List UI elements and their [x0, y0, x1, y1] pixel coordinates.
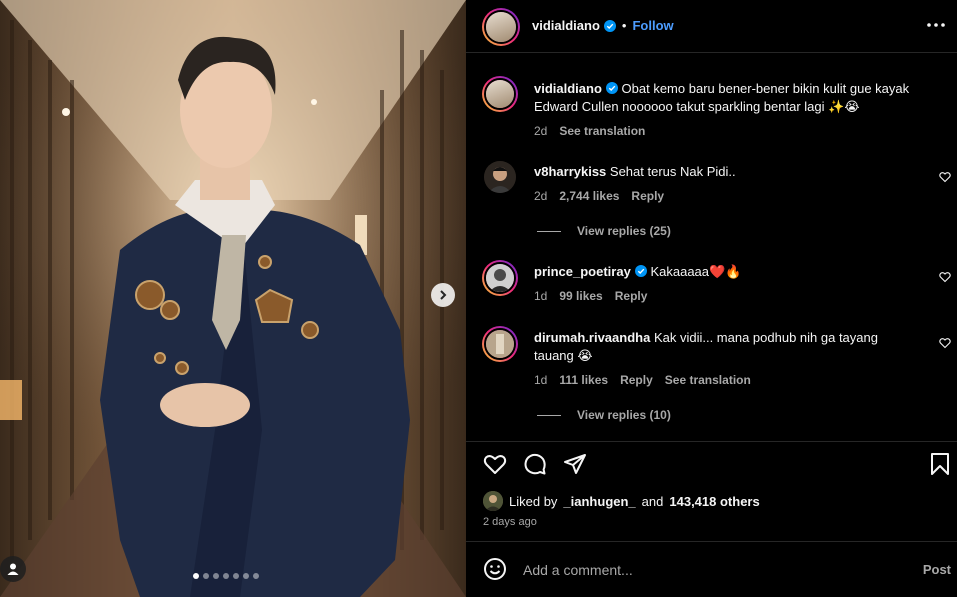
- comment-meta: 1d 111 likes Reply See translation: [534, 373, 751, 387]
- reply-button[interactable]: Reply: [620, 373, 653, 387]
- chevron-right-icon: [440, 290, 447, 300]
- caption-meta: 2d See translation: [534, 124, 645, 138]
- carousel-dot: [223, 573, 229, 579]
- post-media[interactable]: [0, 0, 466, 597]
- comment-likes[interactable]: 99 likes: [559, 289, 602, 303]
- separator-dot: •: [621, 18, 627, 33]
- comment-time[interactable]: 1d: [534, 373, 547, 387]
- replies-line: [537, 230, 561, 232]
- add-comment-bar: Post: [466, 541, 957, 597]
- verified-badge-icon: [603, 19, 616, 32]
- caption-username[interactable]: vidialdiano: [534, 81, 602, 96]
- liked-by-user[interactable]: _ianhugen_: [563, 494, 635, 509]
- verified-badge-icon: [634, 265, 647, 277]
- verified-badge-icon: [605, 82, 618, 94]
- commenter-avatar[interactable]: [484, 161, 516, 193]
- comment-like-icon[interactable]: [939, 337, 951, 349]
- view-replies-label: View replies (25): [577, 224, 671, 238]
- comment-username[interactable]: prince_poetiray: [534, 264, 631, 279]
- post-actions: Liked by _ianhugen_ and 143,418 others 2…: [466, 441, 957, 541]
- comment-likes[interactable]: 2,744 likes: [559, 189, 619, 203]
- caption-time[interactable]: 2d: [534, 124, 547, 138]
- see-translation-link[interactable]: See translation: [665, 373, 751, 387]
- user-tag-icon: [7, 563, 19, 575]
- carousel-indicator: [193, 573, 259, 579]
- carousel-dot: [193, 573, 199, 579]
- comment-time[interactable]: 1d: [534, 289, 547, 303]
- see-translation-link[interactable]: See translation: [559, 124, 645, 138]
- commenter-photo: [486, 330, 514, 358]
- comment-input[interactable]: [523, 559, 893, 581]
- commenter-avatar[interactable]: [482, 260, 518, 296]
- replies-line: [537, 414, 561, 416]
- heart-icon[interactable]: [483, 452, 507, 476]
- author-avatar[interactable]: [482, 8, 520, 46]
- reply-button[interactable]: Reply: [631, 189, 664, 203]
- reply-button[interactable]: Reply: [615, 289, 648, 303]
- comments-section[interactable]: vidialdiano Obat kemo baru bener-bener b…: [466, 54, 957, 441]
- carousel-next-button[interactable]: [431, 283, 455, 307]
- emoji-icon[interactable]: [483, 557, 507, 581]
- carousel-dot: [233, 573, 239, 579]
- comment-like-icon[interactable]: [939, 171, 951, 183]
- follow-button[interactable]: Follow: [632, 18, 673, 33]
- liked-by-others[interactable]: 143,418 others: [669, 494, 759, 509]
- carousel-dot: [213, 573, 219, 579]
- more-horizontal-icon[interactable]: [925, 14, 947, 36]
- comment-like-icon[interactable]: [939, 271, 951, 283]
- liker-photo: [483, 491, 503, 511]
- likes-summary[interactable]: Liked by _ianhugen_ and 143,418 others: [483, 491, 760, 511]
- caption: vidialdiano Obat kemo baru bener-bener b…: [534, 80, 944, 116]
- commenter-photo: [486, 264, 514, 292]
- comment: v8harrykiss Sehat terus Nak Pidi..: [534, 163, 924, 181]
- liked-by-prefix: Liked by: [509, 493, 558, 509]
- comment-text: Sehat terus Nak Pidi..: [609, 164, 736, 179]
- post-header: vidialdiano • Follow: [466, 0, 957, 53]
- post-date[interactable]: 2 days ago: [483, 516, 537, 528]
- post-comment-button[interactable]: Post: [923, 562, 951, 577]
- comment-icon[interactable]: [523, 452, 547, 476]
- tagged-users-button[interactable]: [0, 556, 26, 582]
- comment-username[interactable]: v8harrykiss: [534, 164, 606, 179]
- author-username[interactable]: vidialdiano: [532, 18, 600, 33]
- comment-meta: 1d 99 likes Reply: [534, 289, 647, 303]
- comment-likes[interactable]: 111 likes: [559, 373, 608, 387]
- carousel-dot: [203, 573, 209, 579]
- share-icon[interactable]: [563, 452, 587, 476]
- carousel-dot: [253, 573, 259, 579]
- commenter-photo: [484, 161, 516, 193]
- comment: dirumah.rivaandha Kak vidii... mana podh…: [534, 329, 914, 365]
- post-sidebar: vidialdiano • Follow vidialdiano Obat ke…: [466, 0, 957, 597]
- carousel-dot: [243, 573, 249, 579]
- comment: prince_poetiray Kakaaaaa❤️🔥: [534, 263, 924, 281]
- commenter-avatar[interactable]: [482, 326, 518, 362]
- comment-username[interactable]: dirumah.rivaandha: [534, 330, 650, 345]
- caption-avatar[interactable]: [482, 76, 518, 112]
- liked-by-and: and: [641, 493, 664, 509]
- view-replies-button[interactable]: View replies (10): [537, 408, 671, 422]
- bookmark-icon[interactable]: [928, 452, 952, 476]
- comment-meta: 2d 2,744 likes Reply: [534, 189, 664, 203]
- liker-avatar: [483, 491, 503, 511]
- comment-text: Kakaaaaa❤️🔥: [650, 264, 742, 279]
- view-replies-label: View replies (10): [577, 408, 671, 422]
- post-photo: [0, 0, 466, 597]
- comment-time[interactable]: 2d: [534, 189, 547, 203]
- view-replies-button[interactable]: View replies (25): [537, 224, 671, 238]
